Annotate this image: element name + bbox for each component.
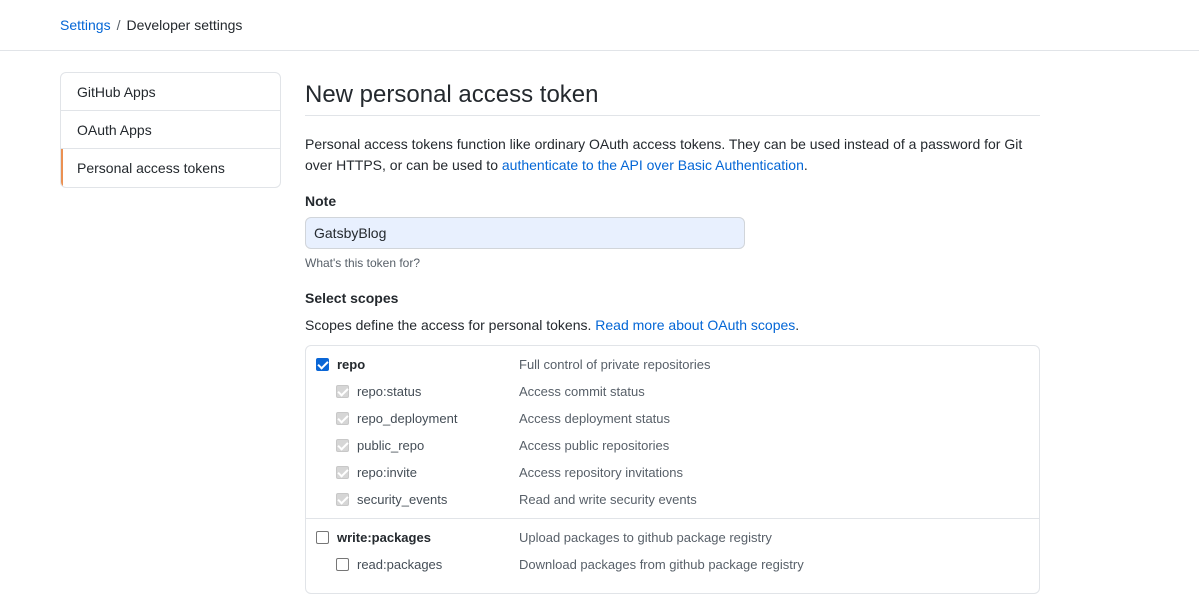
scopes-description-suffix: . [795, 317, 800, 333]
breadcrumb-settings-link[interactable]: Settings [60, 17, 111, 33]
scope-checkbox-repo-deployment[interactable] [336, 412, 349, 425]
scope-name: public_repo [357, 438, 425, 453]
oauth-scopes-link[interactable]: Read more about OAuth scopes [595, 317, 795, 333]
note-hint: What's this token for? [305, 256, 421, 270]
basic-auth-link[interactable]: authenticate to the API over Basic Authe… [502, 157, 804, 173]
scope-description: Read and write security events [519, 492, 697, 507]
scope-row: write:packages Upload packages to github… [306, 524, 1039, 551]
scopes-description: Scopes define the access for personal to… [305, 317, 1040, 333]
scopes-description-text: Scopes define the access for personal to… [305, 317, 596, 333]
breadcrumb-separator: / [116, 17, 121, 33]
scope-checkbox-repo-status[interactable] [336, 385, 349, 398]
scope-checkbox-write-packages[interactable] [316, 531, 329, 544]
scope-row: repo Full control of private repositorie… [306, 351, 1039, 378]
note-input[interactable] [305, 217, 745, 249]
scope-row: repo_deployment Access deployment status [306, 405, 1039, 432]
breadcrumb: Settings / Developer settings [60, 17, 242, 33]
scope-description: Access repository invitations [519, 465, 684, 480]
scope-group-repo: repo Full control of private repositorie… [306, 351, 1039, 519]
main-content: New personal access token Personal acces… [305, 72, 1040, 594]
select-scopes-label: Select scopes [305, 290, 399, 306]
scope-description: Access public repositories [519, 438, 670, 453]
top-bar: Settings / Developer settings [0, 0, 1199, 51]
scope-row: repo:invite Access repository invitation… [306, 459, 1039, 486]
sidebar-item-github-apps[interactable]: GitHub Apps [61, 73, 280, 111]
scope-description: Full control of private repositories [519, 357, 711, 372]
scope-name: repo [337, 357, 366, 372]
scope-checkbox-repo-invite[interactable] [336, 466, 349, 479]
sidebar-item-personal-access-tokens[interactable]: Personal access tokens [61, 149, 280, 187]
scope-name: repo:status [357, 384, 422, 399]
scope-checkbox-public-repo[interactable] [336, 439, 349, 452]
scope-description: Upload packages to github package regist… [519, 530, 772, 545]
scope-row: security_events Read and write security … [306, 486, 1039, 513]
scope-name: read:packages [357, 557, 443, 572]
developer-settings-sidebar: GitHub Apps OAuth Apps Personal access t… [60, 72, 281, 188]
breadcrumb-current: Developer settings [126, 17, 243, 33]
scope-checkbox-security-events[interactable] [336, 493, 349, 506]
scope-checkbox-read-packages[interactable] [336, 558, 349, 571]
scope-description: Download packages from github package re… [519, 557, 804, 572]
scope-description: Access deployment status [519, 411, 671, 426]
scope-row: public_repo Access public repositories [306, 432, 1039, 459]
scope-group-write-packages: write:packages Upload packages to github… [306, 524, 1039, 583]
note-label: Note [305, 193, 337, 209]
scope-name: write:packages [337, 530, 431, 545]
scope-name: repo:invite [357, 465, 417, 480]
scope-row: repo:status Access commit status [306, 378, 1039, 405]
scope-checkbox-repo[interactable] [316, 358, 329, 371]
scope-row: read:packages Download packages from git… [306, 551, 1039, 578]
page-description: Personal access tokens function like ord… [305, 134, 1040, 176]
scope-name: repo_deployment [357, 411, 458, 426]
scope-name: security_events [357, 492, 448, 507]
scope-description: Access commit status [519, 384, 645, 399]
scopes-list: repo Full control of private repositorie… [305, 345, 1040, 594]
description-suffix: . [803, 157, 808, 173]
page-title: New personal access token [305, 72, 1040, 116]
sidebar-item-oauth-apps[interactable]: OAuth Apps [61, 111, 280, 149]
